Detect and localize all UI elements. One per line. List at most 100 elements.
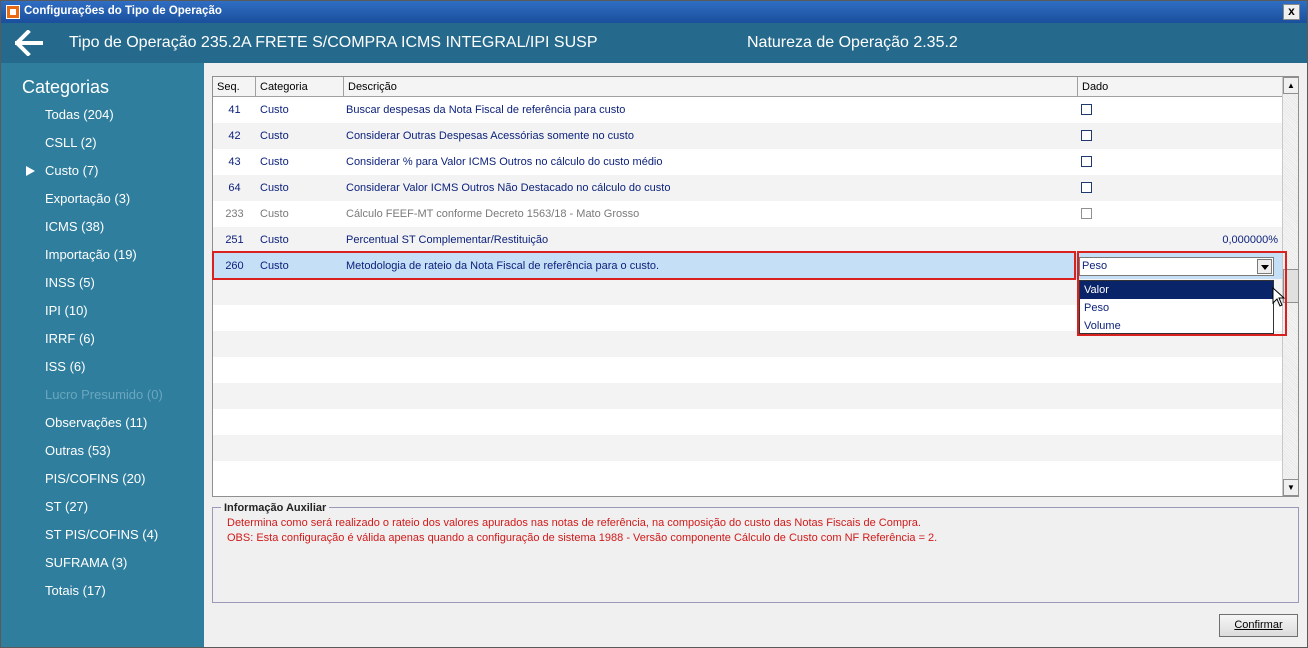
cell-seq: 42 (228, 130, 241, 142)
cell-descricao: Metodologia de rateio da Nota Fiscal de … (346, 260, 660, 272)
combo-value: Peso (1082, 260, 1108, 272)
category-list: Todas (204) CSLL (2) Custo (7) Exportação (… (1, 101, 204, 605)
sidebar-item-label: Observações (11) (45, 415, 148, 430)
column-header-categoria[interactable]: Categoria (256, 77, 344, 97)
cell-dado-value[interactable]: 0,000000% (1222, 227, 1278, 253)
cell-descricao: Percentual ST Complementar/Restituição (346, 234, 549, 246)
cell-categoria: Custo (260, 260, 289, 272)
selected-arrow-icon (26, 166, 35, 176)
sidebar-item-label: Lucro Presumido (0) (45, 387, 163, 402)
sidebar-item[interactable]: Totais (17) (1, 577, 204, 605)
category-sidebar: Categorias Todas (204) CSLL (2) Custo (7) E… (1, 63, 204, 647)
sidebar-item-label: IPI (10) (45, 303, 88, 318)
cell-categoria: Custo (260, 208, 289, 220)
sidebar-item[interactable]: SUFRAMA (3) (1, 549, 204, 577)
cell-seq: 43 (228, 156, 241, 168)
combo-option[interactable]: Peso (1080, 299, 1273, 317)
window: Configurações do Tipo de Operação x Tipo… (0, 0, 1308, 648)
dado-checkbox[interactable] (1081, 130, 1092, 141)
auxiliary-info-box: Informação Auxiliar Determina como será … (212, 502, 1299, 603)
sidebar-item[interactable]: Exportação (3) (1, 185, 204, 213)
dado-checkbox[interactable] (1081, 104, 1092, 115)
cell-categoria: Custo (260, 182, 289, 194)
sidebar-item[interactable]: Observações (11) (1, 409, 204, 437)
sidebar-item-label: SUFRAMA (3) (45, 555, 128, 570)
sidebar-item-label: Custo (7) (45, 163, 99, 178)
cell-categoria: Custo (260, 156, 289, 168)
main-panel: Seq. Categoria Descrição Dado 41 Custo Bus… (204, 63, 1307, 647)
table-row[interactable]: 251 Custo Percentual ST Complementar/Resti… (213, 227, 1282, 253)
sidebar-item-label: Outras (53) (45, 443, 111, 458)
sidebar-item-label: ISS (6) (45, 359, 86, 374)
metodologia-combo[interactable]: Peso (1079, 257, 1274, 276)
sidebar-item[interactable]: Outras (53) (1, 437, 204, 465)
table-row[interactable]: 43 Custo Considerar % para Valor ICMS Outr… (213, 149, 1282, 175)
cell-descricao: Considerar % para Valor ICMS Outros no c… (346, 156, 663, 168)
cell-categoria: Custo (260, 234, 289, 246)
empty-row (213, 461, 1282, 487)
table-row[interactable]: 233 Custo Cálculo FEEF-MT conforme Decreto… (213, 201, 1282, 227)
cell-descricao: Considerar Outras Despesas Acessórias so… (346, 130, 634, 142)
sidebar-item[interactable]: INSS (5) (1, 269, 204, 297)
sidebar-item-label: Totais (17) (45, 583, 106, 598)
cell-seq: 233 (225, 208, 244, 220)
sidebar-item-label: ST PIS/COFINS (4) (45, 527, 159, 542)
close-button[interactable]: x (1283, 4, 1300, 20)
table-row[interactable]: 42 Custo Considerar Outras Despesas Acessó… (213, 123, 1282, 149)
cell-descricao: Buscar despesas da Nota Fiscal de referê… (346, 104, 626, 116)
cell-categoria: Custo (260, 130, 289, 142)
combo-dropdown-list: Valor Peso Volume (1079, 280, 1274, 334)
column-header-seq[interactable]: Seq. (213, 77, 256, 97)
mouse-cursor-icon (1272, 287, 1286, 307)
empty-row (213, 435, 1282, 461)
cell-seq: 251 (225, 234, 244, 246)
dado-checkbox[interactable] (1081, 156, 1092, 167)
sidebar-item[interactable]: Custo (7) (1, 157, 204, 185)
table-row[interactable]: 64 Custo Considerar Valor ICMS Outros Não … (213, 175, 1282, 201)
sidebar-item[interactable]: Todas (204) (1, 101, 204, 129)
window-title: Configurações do Tipo de Operação (24, 5, 222, 17)
auxiliary-info-line-2: OBS: Esta configuração é válida apenas q… (227, 532, 938, 544)
empty-row (213, 383, 1282, 409)
combo-option[interactable]: Volume (1080, 317, 1273, 335)
dado-checkbox (1081, 208, 1092, 219)
sidebar-item[interactable]: ICMS (38) (1, 213, 204, 241)
column-header-dado[interactable]: Dado (1078, 77, 1282, 97)
chevron-down-icon[interactable] (1257, 259, 1272, 274)
back-arrow-icon[interactable] (15, 30, 43, 56)
cell-seq: 64 (228, 182, 241, 194)
sidebar-item-label: ICMS (38) (45, 219, 105, 234)
scroll-down-icon[interactable]: ▼ (1283, 479, 1298, 496)
column-header-descricao[interactable]: Descrição (344, 77, 1078, 97)
sidebar-item-label: IRRF (6) (45, 331, 95, 346)
sidebar-item[interactable]: PIS/COFINS (20) (1, 465, 204, 493)
confirm-button[interactable]: Confirmar (1219, 614, 1298, 637)
sidebar-item-label: ST (27) (45, 499, 89, 514)
sidebar-item[interactable]: Importação (19) (1, 241, 204, 269)
confirm-button-label: Confirmar (1234, 619, 1283, 631)
cell-categoria: Custo (260, 104, 289, 116)
sidebar-item[interactable]: ST (27) (1, 493, 204, 521)
cell-descricao: Considerar Valor ICMS Outros Não Destaca… (346, 182, 671, 194)
sidebar-item[interactable]: ISS (6) (1, 353, 204, 381)
table-row[interactable]: 41 Custo Buscar despesas da Nota Fiscal de… (213, 97, 1282, 123)
sidebar-item[interactable]: ST PIS/COFINS (4) (1, 521, 204, 549)
sidebar-item[interactable]: CSLL (2) (1, 129, 204, 157)
categories-title: Categorias (22, 77, 110, 97)
cell-seq: 260 (225, 260, 244, 272)
auxiliary-info-line-1: Determina como será realizado o rateio d… (227, 517, 921, 529)
empty-row (213, 409, 1282, 435)
combo-option[interactable]: Valor (1080, 281, 1273, 299)
scroll-up-icon[interactable]: ▲ (1283, 77, 1298, 94)
sidebar-item-label: Importação (19) (45, 247, 137, 262)
natureza-label: Natureza de Operação 2.35.2 (747, 34, 958, 51)
sidebar-item-label: PIS/COFINS (20) (45, 471, 146, 486)
cell-descricao: Cálculo FEEF-MT conforme Decreto 1563/18… (346, 208, 640, 220)
empty-row (213, 357, 1282, 383)
sidebar-item[interactable]: IRRF (6) (1, 325, 204, 353)
dado-checkbox[interactable] (1081, 182, 1092, 193)
header-bar: Tipo de Operação 235.2A FRETE S/COMPRA I… (1, 23, 1307, 63)
sidebar-item[interactable]: IPI (10) (1, 297, 204, 325)
operation-title: Tipo de Operação 235.2A FRETE S/COMPRA I… (69, 34, 598, 51)
sidebar-item-label: Exportação (3) (45, 191, 131, 206)
